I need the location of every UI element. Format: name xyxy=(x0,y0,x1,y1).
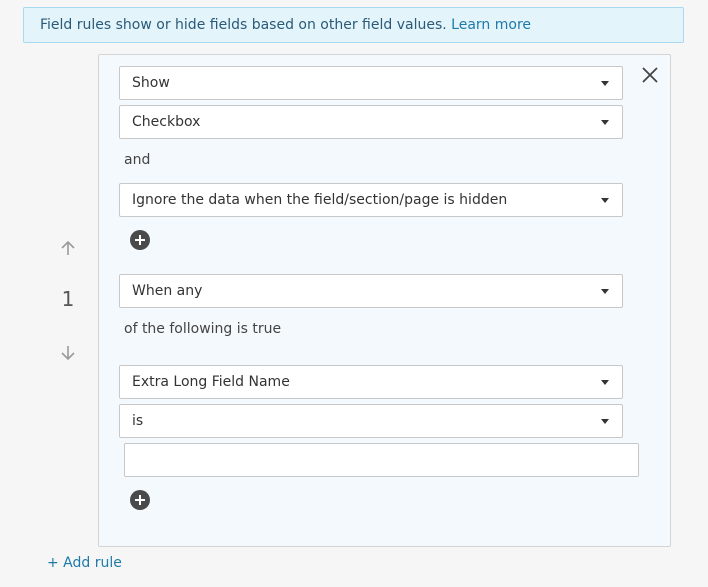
following-label: of the following is true xyxy=(124,321,282,337)
info-banner: Field rules show or hide fields based on… xyxy=(23,7,684,43)
caret-down-icon xyxy=(601,380,609,385)
condition-operator-select[interactable]: is xyxy=(119,404,623,438)
condition-field-select-value: Extra Long Field Name xyxy=(132,374,290,390)
hidden-data-select[interactable]: Ignore the data when the field/section/p… xyxy=(119,183,623,217)
match-select-value: When any xyxy=(132,283,203,299)
add-rule-link[interactable]: + Add rule xyxy=(47,555,122,571)
target-field-select-value: Checkbox xyxy=(132,114,201,130)
banner-text: Field rules show or hide fields based on… xyxy=(40,17,452,33)
action-select[interactable]: Show xyxy=(119,66,623,100)
add-action-button[interactable] xyxy=(130,230,150,250)
caret-down-icon xyxy=(601,198,609,203)
learn-more-link[interactable]: Learn more xyxy=(451,17,531,33)
target-field-select[interactable]: Checkbox xyxy=(119,105,623,139)
action-select-value: Show xyxy=(132,75,170,91)
caret-down-icon xyxy=(601,419,609,424)
condition-operator-select-value: is xyxy=(132,413,144,429)
match-select[interactable]: When any xyxy=(119,274,623,308)
condition-value-input[interactable] xyxy=(124,443,639,477)
rule-number: 1 xyxy=(61,287,75,311)
arrow-down-icon[interactable] xyxy=(58,343,78,363)
arrow-up-icon[interactable] xyxy=(58,238,78,258)
and-label: and xyxy=(124,152,151,168)
hidden-data-select-value: Ignore the data when the field/section/p… xyxy=(132,192,508,208)
caret-down-icon xyxy=(601,120,609,125)
caret-down-icon xyxy=(601,289,609,294)
close-icon[interactable] xyxy=(640,65,660,85)
caret-down-icon xyxy=(601,81,609,86)
condition-field-select[interactable]: Extra Long Field Name xyxy=(119,365,623,399)
add-condition-button[interactable] xyxy=(130,490,150,510)
